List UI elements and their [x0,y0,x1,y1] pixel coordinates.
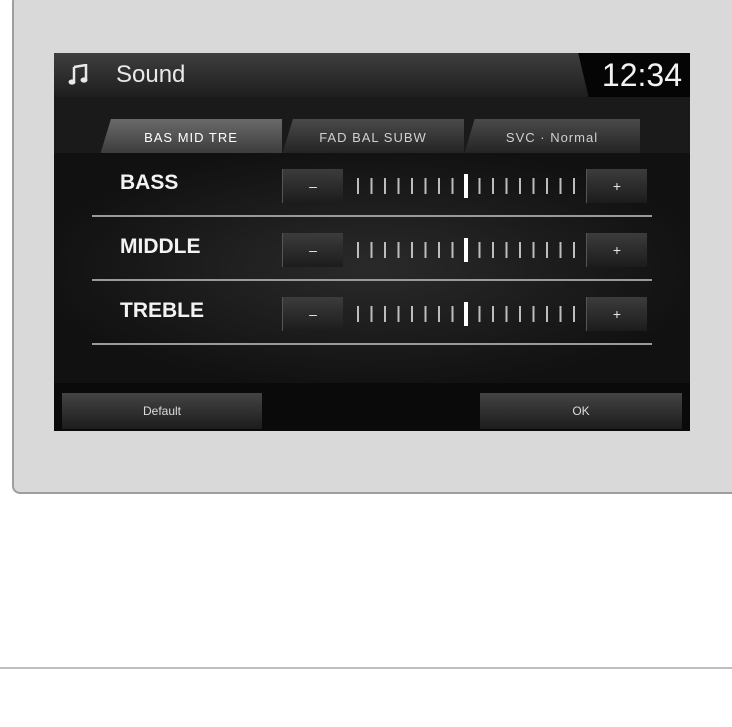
scale-tick [424,178,427,194]
treble-decrease-button[interactable]: – [282,297,343,331]
scale-tick [532,178,535,194]
page-title: Sound [116,61,186,88]
scale-tick [384,306,386,322]
scale-tick [411,306,413,322]
scale-tick [573,178,575,194]
scale-tick [559,306,562,322]
scale-tick [397,306,400,322]
scale-tick [451,242,454,258]
bottom-bar: Default OK [54,383,690,431]
scale-tick [424,306,427,322]
scale-tick [357,242,359,258]
bass-label: BASS [120,171,179,194]
scale-tick [411,178,413,194]
treble-increase-button[interactable]: + [586,297,647,331]
scale-tick [397,178,400,194]
tab-bar: BAS MID TRE FAD BAL SUBW SVC · Normal [54,97,690,155]
scale-tick [505,306,508,322]
middle-row: MIDDLE – + [92,217,652,281]
middle-increase-button[interactable]: + [586,233,647,267]
scale-tick [370,178,373,194]
level-indicator [464,238,468,262]
scale-tick [438,306,440,322]
scale-tick [451,178,454,194]
tab-fader-balance-subwoofer[interactable]: FAD BAL SUBW [282,119,464,155]
scale-tick [546,242,548,258]
scale-tick [559,242,562,258]
scale-tick [478,306,481,322]
scale-tick [546,178,548,194]
treble-label: TREBLE [120,299,204,322]
scale-tick [492,306,494,322]
scale-tick [519,242,521,258]
scale-tick [559,178,562,194]
scale-tick [451,306,454,322]
sound-screen: Sound 12:34 BAS MID TRE FAD BAL SUBW SVC… [54,53,690,431]
scale-tick [397,242,400,258]
default-button[interactable]: Default [62,393,262,429]
scale-tick [492,242,494,258]
ok-button[interactable]: OK [480,393,682,429]
bass-increase-button[interactable]: + [586,169,647,203]
scale-tick [505,178,508,194]
scale-tick [384,242,386,258]
scale-tick [546,306,548,322]
divider [92,343,652,345]
scale-tick [438,178,440,194]
scale-tick [532,242,535,258]
bass-decrease-button[interactable]: – [282,169,343,203]
treble-level-scale[interactable] [348,297,584,331]
scale-tick [519,306,521,322]
middle-label: MIDDLE [120,235,201,258]
middle-level-scale[interactable] [348,233,584,267]
scale-tick [438,242,440,258]
scale-tick [505,242,508,258]
level-indicator [464,302,468,326]
scale-tick [573,306,575,322]
scale-tick [424,242,427,258]
clock: 12:34 [601,57,682,93]
music-note-icon [68,64,88,85]
level-indicator [464,174,468,198]
scale-tick [384,178,386,194]
scale-tick [357,178,359,194]
scale-tick [370,306,373,322]
scale-tick [492,178,494,194]
scale-tick [357,306,359,322]
treble-row: TREBLE – + [92,281,652,345]
scale-tick [411,242,413,258]
scale-tick [478,242,481,258]
bass-level-scale[interactable] [348,169,584,203]
bass-row: BASS – + [92,153,652,217]
tab-bass-mid-treble[interactable]: BAS MID TRE [100,119,282,155]
equalizer-controls: BASS – + MIDDLE – + TREBLE – + [54,153,690,383]
middle-decrease-button[interactable]: – [282,233,343,267]
scale-tick [532,306,535,322]
scale-tick [573,242,575,258]
scale-tick [478,178,481,194]
scale-tick [519,178,521,194]
page-divider [0,667,732,669]
tab-svc[interactable]: SVC · Normal [464,119,640,155]
scale-tick [370,242,373,258]
title-bar: Sound 12:34 [54,53,690,97]
